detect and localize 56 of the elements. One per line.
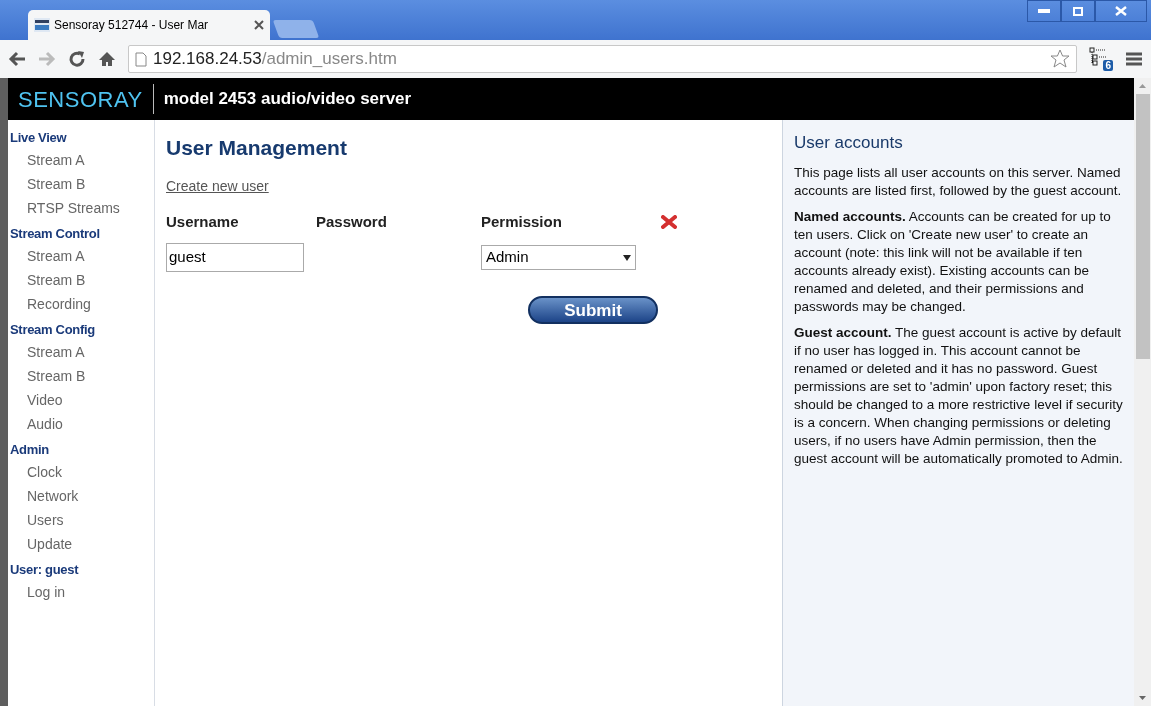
- submit-button[interactable]: Submit: [528, 296, 658, 324]
- nav-link[interactable]: Stream B: [10, 172, 154, 196]
- nav-link[interactable]: Stream A: [10, 340, 154, 364]
- nav-link[interactable]: Clock: [10, 460, 154, 484]
- nav-heading: User: guest: [10, 561, 80, 579]
- close-button[interactable]: [1095, 0, 1147, 22]
- address-bar[interactable]: 192.168.24.53/admin_users.htm: [128, 45, 1077, 73]
- back-icon[interactable]: [8, 51, 26, 67]
- browser-tab[interactable]: Sensoray 512744 - User Mar: [28, 10, 270, 40]
- count-badge: 6: [1103, 60, 1113, 71]
- nav-heading: Admin: [10, 441, 50, 459]
- menu-icon[interactable]: [1125, 51, 1143, 67]
- nav-link[interactable]: Network: [10, 484, 154, 508]
- nav-link[interactable]: Recording: [10, 292, 154, 316]
- close-icon[interactable]: [254, 20, 264, 30]
- reload-icon[interactable]: [68, 50, 86, 68]
- column-header: Permission: [481, 211, 563, 232]
- nav-heading: Live View: [10, 129, 68, 147]
- create-user-link[interactable]: Create new user: [166, 175, 269, 197]
- help-paragraph: This page lists all user accounts on this server. Named accounts are listed first, followed by the guest account.: [794, 163, 1123, 200]
- nav-link[interactable]: Stream A: [10, 244, 154, 268]
- star-icon[interactable]: [1050, 49, 1070, 69]
- help-paragraph: Named accounts. Accounts can be created for up to ten users. Click on 'Create new user' to create an account (note: this link will not be available if ten accounts already exist). Existing accounts can be renamed and deleted, and their permissions and passwords may be changed.: [794, 207, 1112, 316]
- nav-link[interactable]: Stream A: [10, 148, 154, 172]
- column-header: Password: [316, 211, 388, 232]
- page-icon: [135, 51, 147, 67]
- nav-link[interactable]: Update: [10, 532, 154, 556]
- nav-link[interactable]: Users: [10, 508, 154, 532]
- page-title: User Management: [166, 135, 348, 161]
- favicon-icon: [34, 17, 50, 33]
- scrollbar-thumb[interactable]: [1135, 94, 1150, 359]
- caret-icon: [623, 254, 631, 261]
- minimize-button[interactable]: [1027, 0, 1061, 22]
- help-paragraph: Guest account. The guest account is active by default if no user has logged in. This account cannot be renamed or deleted and it has no password. Guest permissions are set to 'admin' upon factory reset; this should be changed to a more restrictive level if security is a concern. When changing permissions or deleting users, if no users have Admin permission, then the guest account will be automatically promoted to Admin.: [794, 323, 1124, 468]
- nav-link[interactable]: Stream B: [10, 268, 154, 292]
- nav-link[interactable]: Audio: [10, 412, 154, 436]
- nav-link[interactable]: RTSP Streams: [10, 196, 154, 220]
- home-icon[interactable]: [98, 50, 116, 68]
- nav-heading: Stream Config: [10, 321, 96, 339]
- extension-button[interactable]: 6: [1089, 47, 1113, 71]
- header-title: model 2453 audio/video server: [163, 88, 412, 111]
- column-header: Username: [166, 211, 240, 232]
- username-field[interactable]: guest: [166, 243, 304, 272]
- tree-icon: [1089, 47, 1107, 67]
- close-icon: [1115, 6, 1127, 16]
- nav-link[interactable]: Stream B: [10, 364, 154, 388]
- tab-title: Sensoray 512744 - User Mar: [54, 17, 210, 34]
- url-text: 192.168.24.53/admin_users.htm: [153, 48, 398, 71]
- nav-heading: Stream Control: [10, 225, 101, 243]
- help-title: User accounts: [794, 132, 904, 154]
- maximize-button[interactable]: [1061, 0, 1095, 22]
- logo-text: SENSORAY: [18, 85, 143, 114]
- delete-icon[interactable]: [661, 214, 677, 229]
- nav-link[interactable]: Log in: [10, 580, 154, 604]
- nav-link[interactable]: Video: [10, 388, 154, 412]
- permission-select[interactable]: Admin: [481, 245, 636, 270]
